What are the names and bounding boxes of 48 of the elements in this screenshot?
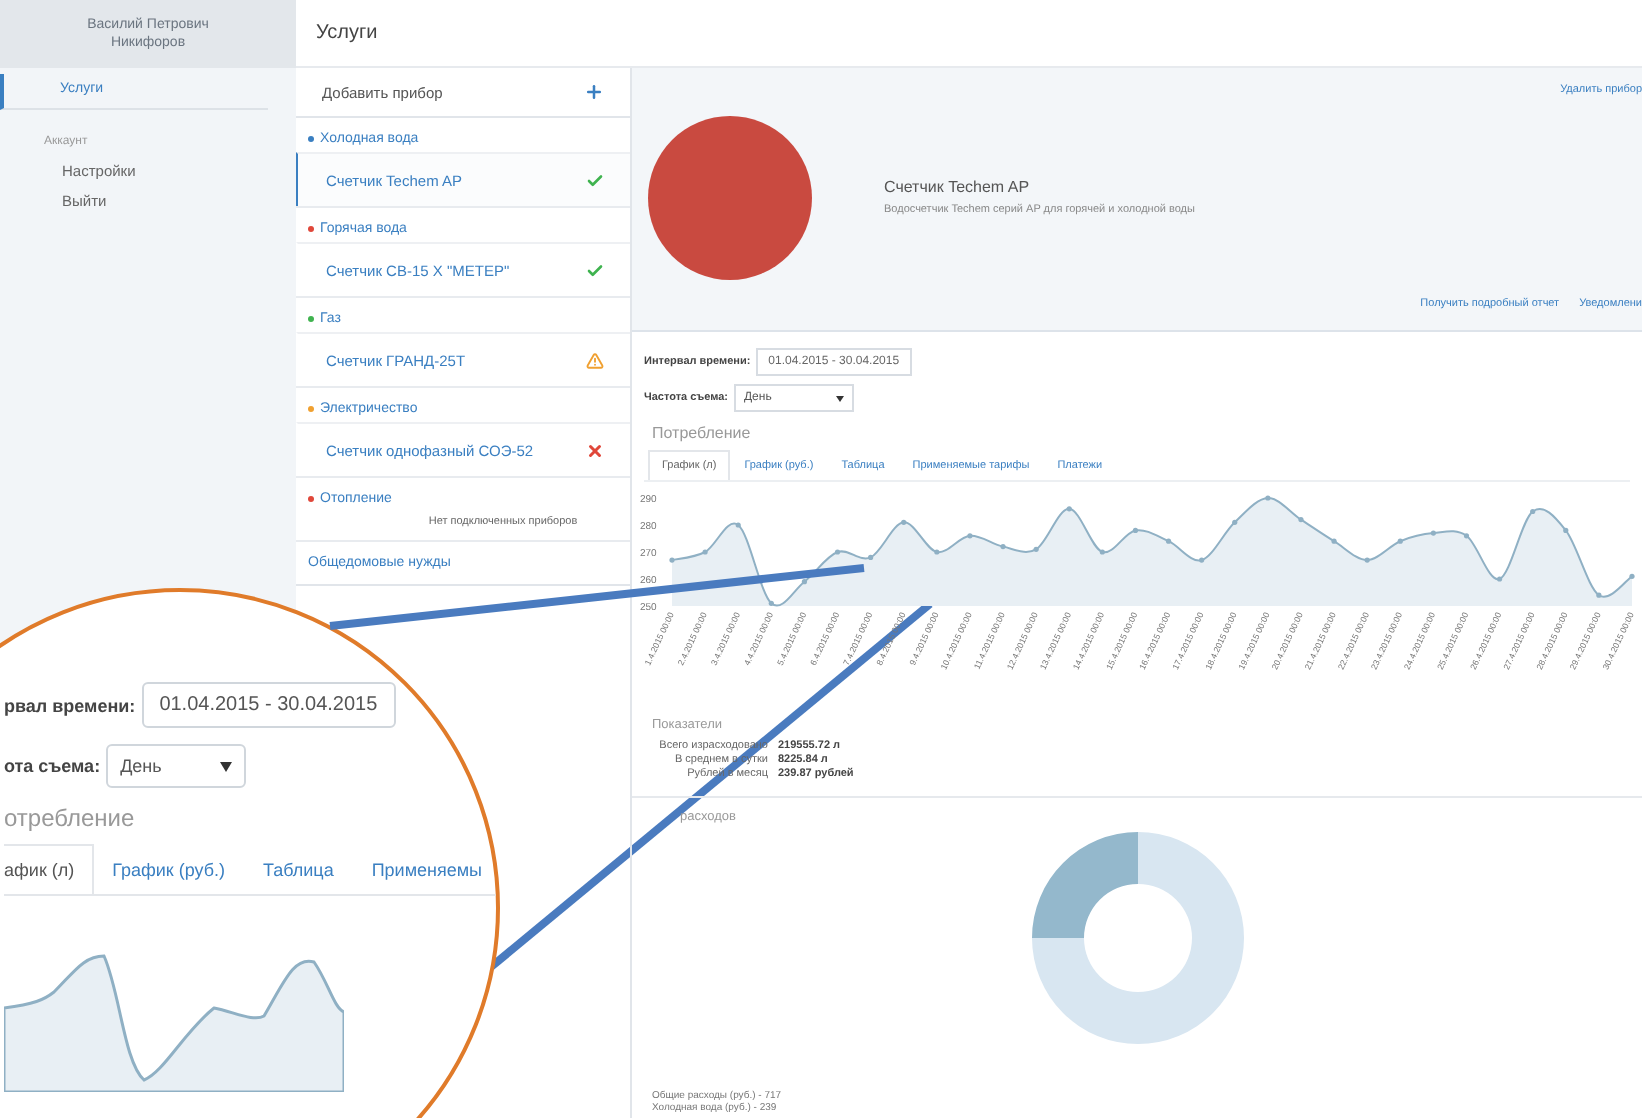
data-point xyxy=(1331,538,1337,544)
error-icon xyxy=(586,441,604,459)
tab[interactable]: афик (л) xyxy=(4,844,95,894)
plus-icon xyxy=(584,82,604,102)
data-point xyxy=(1099,549,1105,555)
data-point xyxy=(1430,530,1436,536)
check-icon xyxy=(586,261,604,279)
tab[interactable]: Таблица xyxy=(245,844,354,894)
data-point xyxy=(1497,576,1503,582)
check-icon xyxy=(586,171,604,189)
data-point xyxy=(1132,527,1139,533)
section-title: отребление xyxy=(4,804,137,832)
data-point xyxy=(1033,546,1039,552)
data-point xyxy=(1165,538,1172,544)
data-point xyxy=(1199,557,1205,563)
data-point xyxy=(669,557,675,563)
data-point xyxy=(901,519,907,525)
data-point xyxy=(1596,592,1602,598)
data-point xyxy=(967,533,973,539)
data-point xyxy=(702,549,708,555)
data-point xyxy=(1629,573,1635,579)
warning-icon xyxy=(586,351,604,369)
data-point xyxy=(735,522,741,528)
data-point xyxy=(1397,538,1403,544)
data-point xyxy=(1364,557,1370,563)
tab[interactable]: Применяемы xyxy=(353,844,496,894)
data-point xyxy=(768,600,774,606)
data-point xyxy=(1265,495,1271,501)
data-point xyxy=(1066,506,1072,512)
dropdown-icon xyxy=(220,761,233,771)
frequency-select[interactable]: День xyxy=(106,744,247,788)
data-point xyxy=(1232,519,1238,525)
data-point xyxy=(1530,508,1536,515)
data-point xyxy=(934,549,940,555)
data-point xyxy=(868,554,874,560)
data-point xyxy=(801,579,807,585)
data-point xyxy=(834,549,841,555)
dropdown-icon xyxy=(835,395,844,401)
data-point xyxy=(1563,527,1569,533)
section-title: Потребление xyxy=(650,422,753,442)
device-name: Счетчик Techem AP xyxy=(884,178,1032,196)
date-range-field[interactable]: 01.04.2015 - 30.04.2015 xyxy=(141,682,396,728)
data-point xyxy=(1000,544,1006,550)
tab[interactable]: График (руб.) xyxy=(94,844,246,894)
data-point xyxy=(1298,517,1304,523)
field-label: рвал времени: xyxy=(4,695,136,715)
data-point xyxy=(1463,533,1470,539)
field-label: ота съема: xyxy=(4,756,101,776)
